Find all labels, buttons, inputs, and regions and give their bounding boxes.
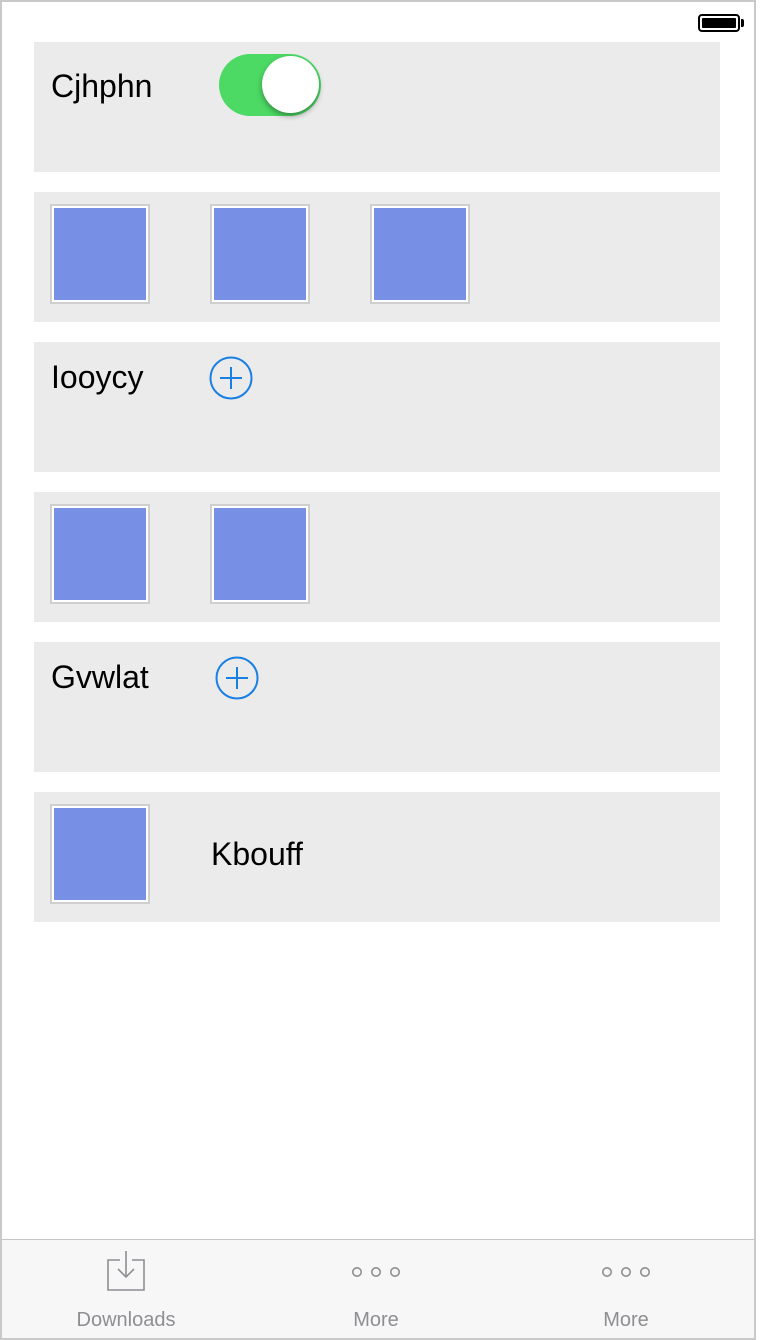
toggle-switch[interactable] — [219, 54, 321, 116]
add-row: Gvwlat — [34, 642, 720, 772]
thumbnail-image[interactable] — [50, 204, 150, 304]
add-button[interactable] — [209, 356, 253, 400]
tab-label: More — [603, 1309, 649, 1331]
add-button[interactable] — [215, 656, 259, 700]
thumbnail-image[interactable] — [210, 504, 310, 604]
toggle-row: Cjhphn — [34, 42, 720, 172]
thumbnail-image[interactable] — [370, 204, 470, 304]
plus-circle-icon — [215, 656, 259, 700]
thumbnail-image[interactable] — [50, 504, 150, 604]
toggle-knob — [262, 56, 319, 113]
tab-more[interactable]: More — [526, 1240, 726, 1338]
tab-downloads[interactable]: Downloads — [26, 1240, 226, 1338]
add-row-label: Gvwlat — [51, 659, 149, 695]
tab-bar: Downloads More More — [2, 1239, 754, 1338]
thumbnail-row — [34, 492, 720, 622]
thumbnail-label-row: Kbouff — [34, 792, 720, 922]
add-row: Iooycy — [34, 342, 720, 472]
more-dots-icon — [352, 1267, 400, 1277]
thumbnail-row — [34, 192, 720, 322]
thumbnail-image[interactable] — [210, 204, 310, 304]
tab-more[interactable]: More — [276, 1240, 476, 1338]
plus-circle-icon — [209, 356, 253, 400]
toggle-row-label: Cjhphn — [51, 68, 153, 104]
battery-full-icon — [698, 14, 744, 32]
thumbnail-row-label: Kbouff — [211, 836, 303, 872]
tab-label: More — [353, 1309, 399, 1331]
app-window: Cjhphn Iooycy Gvwlat Kbouff Downloads Mo… — [0, 0, 756, 1340]
downloads-icon — [107, 1251, 145, 1291]
thumbnail-image[interactable] — [50, 804, 150, 904]
add-row-label: Iooycy — [51, 359, 144, 395]
more-dots-icon — [602, 1267, 650, 1277]
tab-label: Downloads — [76, 1309, 176, 1331]
